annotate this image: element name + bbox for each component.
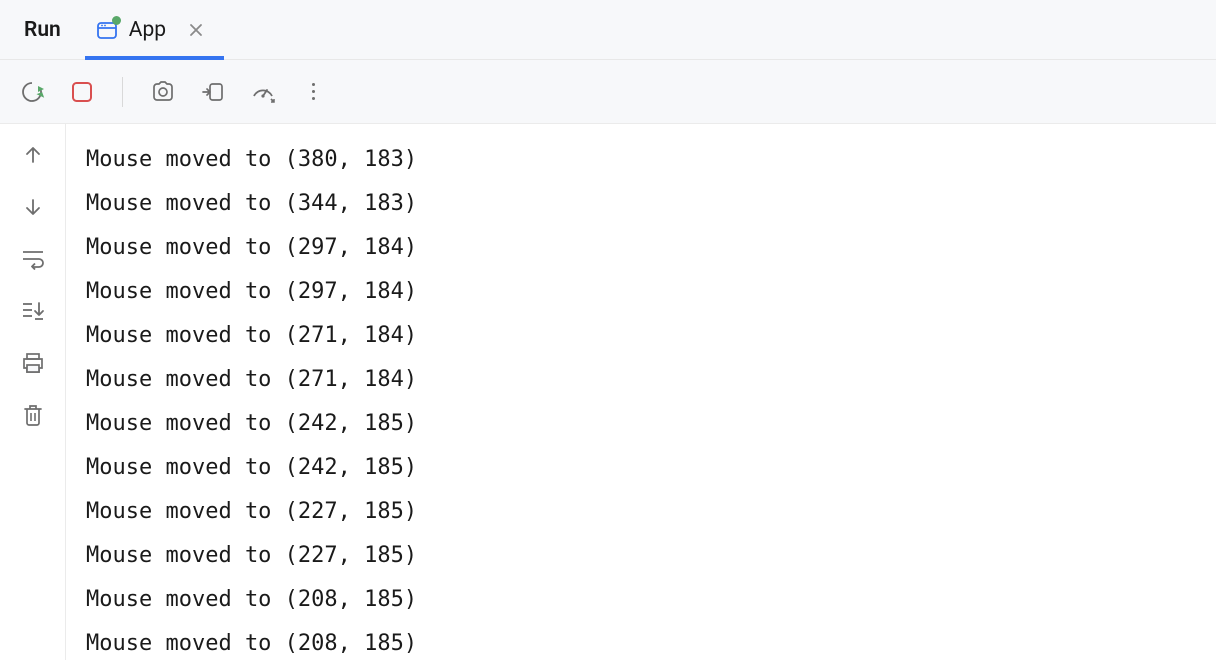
close-tab-button[interactable] xyxy=(188,22,204,38)
console-line: Mouse moved to (242, 185) xyxy=(86,402,1196,446)
console-line: Mouse moved to (271, 184) xyxy=(86,314,1196,358)
tool-window-title: Run xyxy=(0,18,85,42)
kebab-icon xyxy=(312,83,315,100)
screenshot-button[interactable] xyxy=(149,78,177,106)
soft-wrap-button[interactable] xyxy=(20,246,46,272)
profiler-button[interactable] xyxy=(249,78,277,106)
console-line: Mouse moved to (344, 183) xyxy=(86,182,1196,226)
rerun-button[interactable] xyxy=(18,78,46,106)
run-config-tab[interactable]: App xyxy=(85,0,224,60)
up-stack-button[interactable] xyxy=(20,142,46,168)
down-stack-button[interactable] xyxy=(20,194,46,220)
stop-button[interactable] xyxy=(68,78,96,106)
run-toolbar xyxy=(0,60,1216,124)
console-line: Mouse moved to (242, 185) xyxy=(86,446,1196,490)
toolbar-divider xyxy=(122,77,123,107)
running-indicator-icon xyxy=(112,16,121,25)
attach-debugger-button[interactable] xyxy=(199,78,227,106)
console-line: Mouse moved to (271, 184) xyxy=(86,358,1196,402)
app-window-icon xyxy=(95,18,119,42)
console-line: Mouse moved to (208, 185) xyxy=(86,578,1196,622)
console-line: Mouse moved to (208, 185) xyxy=(86,622,1196,660)
tab-label: App xyxy=(129,18,166,42)
console-line: Mouse moved to (227, 185) xyxy=(86,534,1196,578)
console-line: Mouse moved to (380, 183) xyxy=(86,138,1196,182)
clear-all-button[interactable] xyxy=(20,402,46,428)
content-area: Mouse moved to (380, 183)Mouse moved to … xyxy=(0,124,1216,660)
header-bar: Run App xyxy=(0,0,1216,60)
console-output[interactable]: Mouse moved to (380, 183)Mouse moved to … xyxy=(66,124,1216,660)
console-line: Mouse moved to (297, 184) xyxy=(86,226,1196,270)
print-button[interactable] xyxy=(20,350,46,376)
console-gutter xyxy=(0,124,66,660)
console-line: Mouse moved to (227, 185) xyxy=(86,490,1196,534)
console-line: Mouse moved to (297, 184) xyxy=(86,270,1196,314)
scroll-to-end-button[interactable] xyxy=(20,298,46,324)
more-actions-button[interactable] xyxy=(299,78,327,106)
